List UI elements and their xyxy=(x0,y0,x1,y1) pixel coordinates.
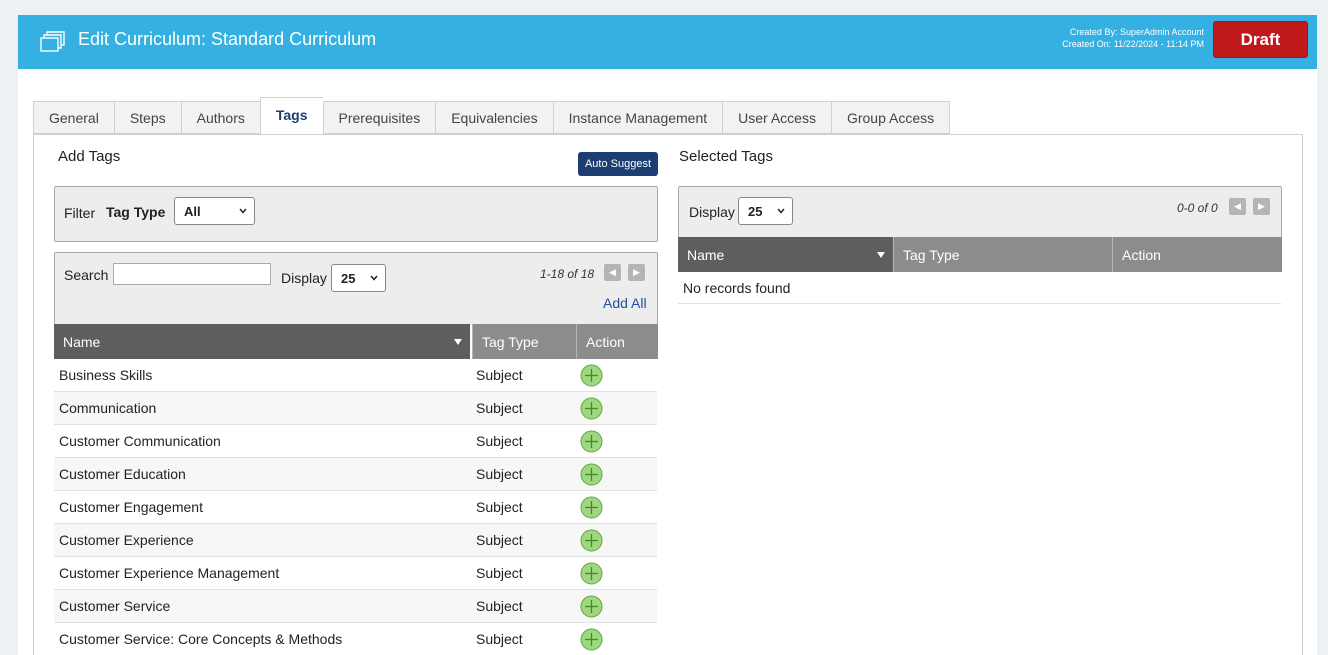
table-row: Customer Communication Subject xyxy=(54,425,657,458)
row-name: Customer Education xyxy=(59,466,186,482)
row-name: Customer Experience Management xyxy=(59,565,280,581)
tag-type-label: Tag Type xyxy=(106,204,166,220)
row-tag-type: Subject xyxy=(476,598,523,614)
selected-column-header-action: Action xyxy=(1112,237,1282,272)
selected-column-header-name[interactable]: Name xyxy=(678,237,893,272)
column-header-action: Action xyxy=(576,324,658,359)
next-page-icon[interactable]: ▶ xyxy=(628,264,645,281)
tab-general[interactable]: General xyxy=(33,101,114,134)
display-label: Display xyxy=(281,270,327,286)
plus-circle-icon[interactable] xyxy=(580,364,603,387)
tag-type-select[interactable]: All xyxy=(174,197,255,225)
table-row: Customer Engagement Subject xyxy=(54,491,657,524)
row-tag-type: Subject xyxy=(476,367,523,383)
selected-column-header-name-label: Name xyxy=(687,246,725,263)
prev-page-icon[interactable]: ◀ xyxy=(1229,198,1246,215)
table-row: Customer Experience Subject xyxy=(54,524,657,557)
row-name: Customer Service: Core Concepts & Method… xyxy=(59,631,343,647)
column-header-name[interactable]: Name xyxy=(54,324,470,359)
column-header-tag-type[interactable]: Tag Type xyxy=(472,324,576,359)
page-title: Edit Curriculum: Standard Curriculum xyxy=(78,29,377,49)
tab-group-access[interactable]: Group Access xyxy=(830,101,951,134)
table-row: Communication Subject xyxy=(54,392,657,425)
tab-steps[interactable]: Steps xyxy=(113,101,181,134)
row-name: Communication xyxy=(59,400,157,416)
tab-equivalencies[interactable]: Equivalencies xyxy=(435,101,553,134)
row-tag-type: Subject xyxy=(476,499,523,515)
selected-pager-text: 0-0 of 0 xyxy=(1177,201,1218,215)
tag-type-value: All xyxy=(184,203,201,219)
pager-text: 1-18 of 18 xyxy=(540,267,595,281)
selected-tags-title: Selected Tags xyxy=(679,148,773,165)
table-row: Customer Service Subject xyxy=(54,590,657,623)
auto-suggest-button[interactable]: Auto Suggest xyxy=(578,152,658,176)
display-value: 25 xyxy=(341,270,356,286)
chevron-down-icon xyxy=(777,208,785,214)
add-tags-title: Add Tags xyxy=(58,148,121,165)
row-name: Customer Communication xyxy=(59,433,221,449)
add-all-link[interactable]: Add All xyxy=(603,295,647,311)
table-row: Customer Service: Core Concepts & Method… xyxy=(54,623,657,655)
plus-circle-icon[interactable] xyxy=(580,397,603,420)
draft-status-button[interactable]: Draft xyxy=(1213,21,1308,58)
plus-circle-icon[interactable] xyxy=(580,595,603,618)
plus-circle-icon[interactable] xyxy=(580,463,603,486)
plus-circle-icon[interactable] xyxy=(580,562,603,585)
stacked-pages-icon xyxy=(40,31,65,52)
plus-circle-icon[interactable] xyxy=(580,628,603,651)
display-select[interactable]: 25 xyxy=(331,264,386,292)
tab-authors[interactable]: Authors xyxy=(180,101,260,134)
table-row: Business Skills Subject xyxy=(54,359,657,392)
empty-state-text: No records found xyxy=(678,271,1281,304)
table-row: Customer Experience Management Subject xyxy=(54,557,657,590)
tab-bar: General Steps Authors Tags Prerequisites… xyxy=(33,97,951,135)
row-tag-type: Subject xyxy=(476,433,523,449)
plus-circle-icon[interactable] xyxy=(580,496,603,519)
row-name: Customer Experience xyxy=(59,532,194,548)
search-label: Search xyxy=(64,267,109,283)
selected-display-label: Display xyxy=(689,204,735,220)
row-tag-type: Subject xyxy=(476,400,523,416)
chevron-down-icon xyxy=(370,275,378,281)
page-header: Edit Curriculum: Standard Curriculum Cre… xyxy=(18,15,1317,69)
filter-label: Filter xyxy=(64,205,96,221)
row-name: Business Skills xyxy=(59,367,153,383)
add-tags-table-body: Business Skills Subject Communication Su… xyxy=(54,359,657,655)
tab-instance-management[interactable]: Instance Management xyxy=(552,101,723,134)
column-header-name-label: Name xyxy=(63,333,101,350)
row-tag-type: Subject xyxy=(476,466,523,482)
plus-circle-icon[interactable] xyxy=(580,430,603,453)
created-meta: Created By: SuperAdmin Account Created O… xyxy=(1062,26,1204,50)
created-on: Created On: 11/22/2024 - 11:14 PM xyxy=(1062,39,1204,49)
tab-prerequisites[interactable]: Prerequisites xyxy=(322,101,436,134)
selected-display-value: 25 xyxy=(748,203,763,219)
row-name: Customer Engagement xyxy=(59,499,203,515)
sort-down-icon xyxy=(454,339,462,345)
plus-circle-icon[interactable] xyxy=(580,529,603,552)
chevron-down-icon xyxy=(239,208,247,214)
row-tag-type: Subject xyxy=(476,565,523,581)
created-by: Created By: SuperAdmin Account xyxy=(1069,27,1204,37)
next-page-icon[interactable]: ▶ xyxy=(1253,198,1270,215)
row-tag-type: Subject xyxy=(476,532,523,548)
tab-tags[interactable]: Tags xyxy=(259,97,323,135)
sort-down-icon xyxy=(877,252,885,258)
search-input[interactable] xyxy=(113,263,271,285)
row-tag-type: Subject xyxy=(476,631,523,647)
tab-user-access[interactable]: User Access xyxy=(722,101,831,134)
selected-column-header-tag-type[interactable]: Tag Type xyxy=(893,237,1112,272)
selected-display-select[interactable]: 25 xyxy=(738,197,793,225)
table-row: Customer Education Subject xyxy=(54,458,657,491)
prev-page-icon[interactable]: ◀ xyxy=(604,264,621,281)
row-name: Customer Service xyxy=(59,598,171,614)
